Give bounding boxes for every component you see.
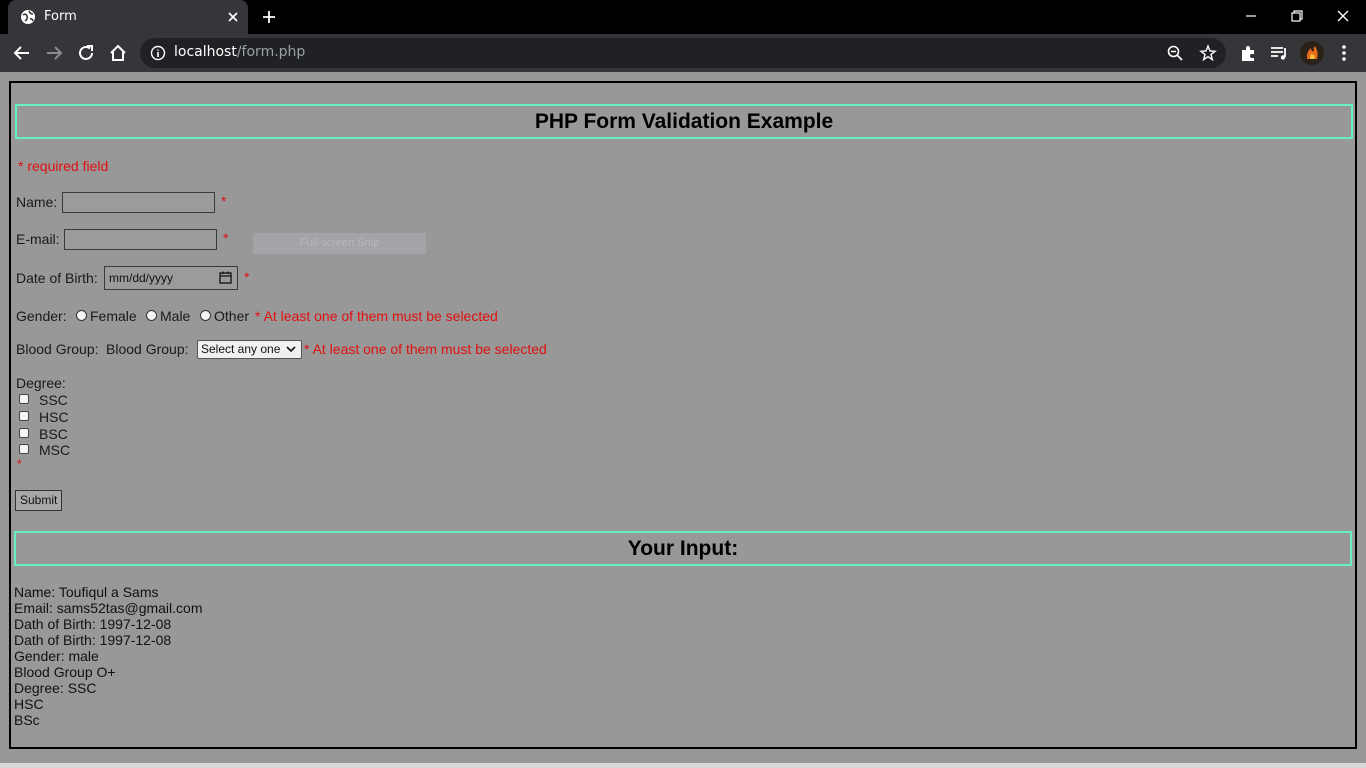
info-icon[interactable] xyxy=(150,45,166,61)
dob-label: Date of Birth: xyxy=(16,270,98,286)
degree-option-msc: MSC xyxy=(39,442,71,458)
tab-title: Form xyxy=(44,9,77,24)
degree-checkbox-ssc[interactable] xyxy=(19,394,29,404)
output-heading: Your Input: xyxy=(14,531,1352,566)
degree-option-bsc: BSC xyxy=(39,426,68,442)
degree-required-asterisk: * xyxy=(17,457,22,471)
menu-kebab-icon[interactable] xyxy=(1333,42,1355,64)
name-label: Name: xyxy=(16,194,58,210)
forward-icon[interactable] xyxy=(43,42,65,64)
address-bar[interactable]: localhost/form.php xyxy=(140,38,1226,68)
close-window-icon[interactable] xyxy=(1333,6,1353,26)
name-input[interactable] xyxy=(62,192,215,213)
browser-toolbar: localhost/form.php xyxy=(0,34,1366,72)
output-line: Gender: male xyxy=(14,648,99,664)
bottom-edge xyxy=(0,763,1366,768)
page-frame: PHP Form Validation Example xyxy=(9,81,1357,749)
degree-label: Degree: xyxy=(16,375,66,391)
output-line: HSC xyxy=(14,696,44,712)
output-line: Dath of Birth: 1997-12-08 xyxy=(14,616,172,632)
dob-input[interactable]: mm/dd/yyyy xyxy=(104,266,238,290)
calendar-icon[interactable] xyxy=(219,271,232,284)
gender-label: Gender: xyxy=(16,308,67,324)
degree-checkbox-hsc[interactable] xyxy=(19,411,29,421)
extensions-icon[interactable] xyxy=(1237,42,1259,64)
browser-tab[interactable]: Form xyxy=(8,0,248,34)
profile-avatar[interactable] xyxy=(1300,41,1324,65)
degree-option-ssc: SSC xyxy=(39,392,68,408)
required-note: * required field xyxy=(18,158,109,174)
tab-strip: Form xyxy=(0,0,1366,34)
reload-icon[interactable] xyxy=(75,42,97,64)
degree-checkbox-msc[interactable] xyxy=(19,444,29,454)
output-line: Blood Group O+ xyxy=(14,664,116,680)
gender-radio-male[interactable] xyxy=(146,310,157,321)
url-text: localhost/form.php xyxy=(174,44,306,60)
globe-icon xyxy=(21,10,35,24)
home-icon[interactable] xyxy=(107,42,129,64)
new-tab-icon[interactable] xyxy=(260,8,278,26)
name-required-asterisk: * xyxy=(221,193,227,209)
output-line: Name: Toufiqul a Sams xyxy=(14,584,159,600)
gender-option-male: Male xyxy=(160,308,191,324)
email-label: E-mail: xyxy=(16,231,60,247)
media-queue-icon[interactable] xyxy=(1268,42,1290,64)
form-heading: PHP Form Validation Example xyxy=(15,104,1353,139)
blood-group-error: * At least one of them must be selected xyxy=(304,341,547,357)
bookmark-star-icon[interactable] xyxy=(1199,44,1217,62)
blood-group-select[interactable]: Select any one xyxy=(197,340,302,359)
dob-required-asterisk: * xyxy=(244,269,250,285)
avatar-flame-icon xyxy=(1300,41,1324,65)
output-line: Degree: SSC xyxy=(14,680,97,696)
blood-group-inner-label: Blood Group: xyxy=(106,341,189,357)
chevron-down-icon xyxy=(286,346,296,353)
email-required-asterisk: * xyxy=(223,230,229,246)
blood-group-label: Blood Group: xyxy=(16,341,99,357)
back-icon[interactable] xyxy=(11,42,33,64)
degree-checkbox-bsc[interactable] xyxy=(19,428,29,438)
minimize-icon[interactable] xyxy=(1241,6,1261,26)
email-input[interactable] xyxy=(64,229,217,250)
output-line: Email: sams52tas@gmail.com xyxy=(14,600,203,616)
gender-option-other: Other xyxy=(214,308,250,324)
full-screen-snip-overlay[interactable]: Full-screen Snip xyxy=(253,233,426,254)
restore-icon[interactable] xyxy=(1287,6,1307,26)
dob-placeholder: mm/dd/yyyy xyxy=(109,271,174,285)
gender-option-female: Female xyxy=(90,308,137,324)
zoom-icon[interactable] xyxy=(1166,44,1184,62)
output-line: BSc xyxy=(14,712,40,728)
gender-error: * At least one of them must be selected xyxy=(255,308,498,324)
blood-group-select-value: Select any one xyxy=(201,342,281,356)
close-tab-icon[interactable] xyxy=(224,8,242,26)
output-line: Dath of Birth: 1997-12-08 xyxy=(14,632,172,648)
gender-radio-other[interactable] xyxy=(200,310,211,321)
degree-option-hsc: HSC xyxy=(39,409,69,425)
gender-radio-female[interactable] xyxy=(76,310,87,321)
submit-button[interactable]: Submit xyxy=(15,490,63,511)
